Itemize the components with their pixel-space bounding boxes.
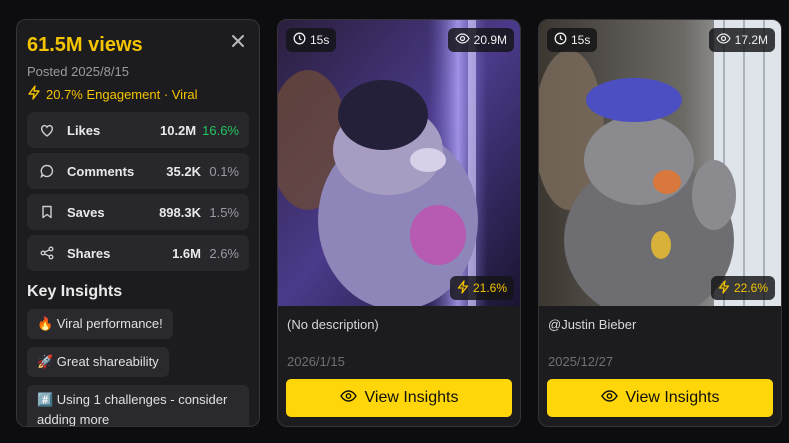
stat-label: Likes: [67, 122, 101, 138]
stat-label: Shares: [67, 245, 111, 261]
video-description: (No description): [287, 317, 379, 332]
video-card[interactable]: 15s 20.9M 21.6% (No description) 2026/1/…: [277, 19, 521, 427]
heart-icon: [39, 122, 55, 138]
stat-percent: 1.5%: [209, 204, 239, 220]
stat-value: 10.2M: [159, 122, 197, 138]
stat-saves: Saves 898.3K 1.5%: [27, 194, 249, 230]
stat-label: Saves: [67, 204, 105, 220]
clock-icon: [293, 32, 306, 48]
insight-chip: #️⃣ Using 1 challenges - consider adding…: [27, 385, 249, 426]
posted-date: Posted 2025/8/15: [27, 64, 129, 79]
eye-icon: [715, 33, 731, 47]
bookmark-icon: [39, 204, 55, 220]
button-label: View Insights: [625, 389, 720, 406]
duration-badge: 15s: [547, 28, 598, 52]
lightning-icon: [718, 279, 730, 297]
stat-percent: 2.6%: [209, 245, 239, 261]
video-thumbnail[interactable]: 15s 17.2M 22.6%: [539, 20, 781, 306]
video-date: 2025/12/27: [548, 354, 614, 369]
engagement-badge: 22.6%: [710, 276, 775, 300]
duration-text: 15s: [571, 33, 591, 47]
engagement-text: 22.6%: [733, 281, 768, 295]
insight-chip: 🚀 Great shareability: [27, 347, 169, 377]
clock-icon: [554, 32, 567, 48]
stat-comments: Comments 35.2K 0.1%: [27, 153, 249, 189]
duration-badge: 15s: [286, 28, 337, 52]
stat-percent: 0.1%: [209, 163, 239, 179]
views-badge: 17.2M: [708, 28, 775, 52]
view-insights-button[interactable]: View Insights: [547, 379, 773, 417]
stats-list: Likes 10.2M 16.6% Comments 35.2K 0.1% Sa…: [27, 112, 249, 271]
eye-icon: [454, 33, 470, 47]
stat-value: 1.6M: [172, 245, 201, 261]
lightning-icon: [457, 279, 469, 297]
duration-text: 15s: [310, 33, 330, 47]
engagement-badge: 21.6%: [449, 276, 514, 300]
engagement-summary: 20.7% Engagement · Viral: [27, 85, 249, 103]
stat-likes: Likes 10.2M 16.6%: [27, 112, 249, 148]
engagement-label: 20.7% Engagement · Viral: [46, 86, 198, 102]
stat-label: Comments: [67, 163, 135, 179]
stat-value: 35.2K: [166, 163, 201, 179]
stat-shares: Shares 1.6M 2.6%: [27, 235, 249, 271]
engagement-text: 21.6%: [472, 281, 507, 295]
stat-percent: 16.6%: [202, 122, 239, 138]
views-badge: 20.9M: [447, 28, 514, 52]
views-count: 61.5M views: [27, 34, 143, 56]
button-label: View Insights: [364, 389, 459, 406]
video-date: 2026/1/15: [287, 354, 345, 369]
views-text: 20.9M: [473, 33, 507, 47]
eye-icon: [339, 389, 357, 407]
comment-icon: [39, 163, 55, 179]
share-icon: [39, 245, 55, 261]
stat-value: 898.3K: [159, 204, 201, 220]
stats-panel: 61.5M views Posted 2025/8/15 20.7% Engag…: [16, 19, 260, 427]
view-insights-button[interactable]: View Insights: [286, 379, 512, 417]
video-description: @Justin Bieber: [548, 317, 637, 332]
insight-chip: 🔥 Viral performance!: [27, 309, 173, 339]
lightning-icon: [27, 85, 41, 103]
eye-icon: [600, 389, 618, 407]
close-icon[interactable]: [229, 32, 247, 50]
video-card[interactable]: 15s 17.2M 22.6% @Justin Bieber 2025/12/2…: [538, 19, 782, 427]
views-text: 17.2M: [734, 33, 768, 47]
video-thumbnail[interactable]: 15s 20.9M 21.6%: [278, 20, 520, 306]
key-insights-heading: Key Insights: [27, 283, 123, 300]
